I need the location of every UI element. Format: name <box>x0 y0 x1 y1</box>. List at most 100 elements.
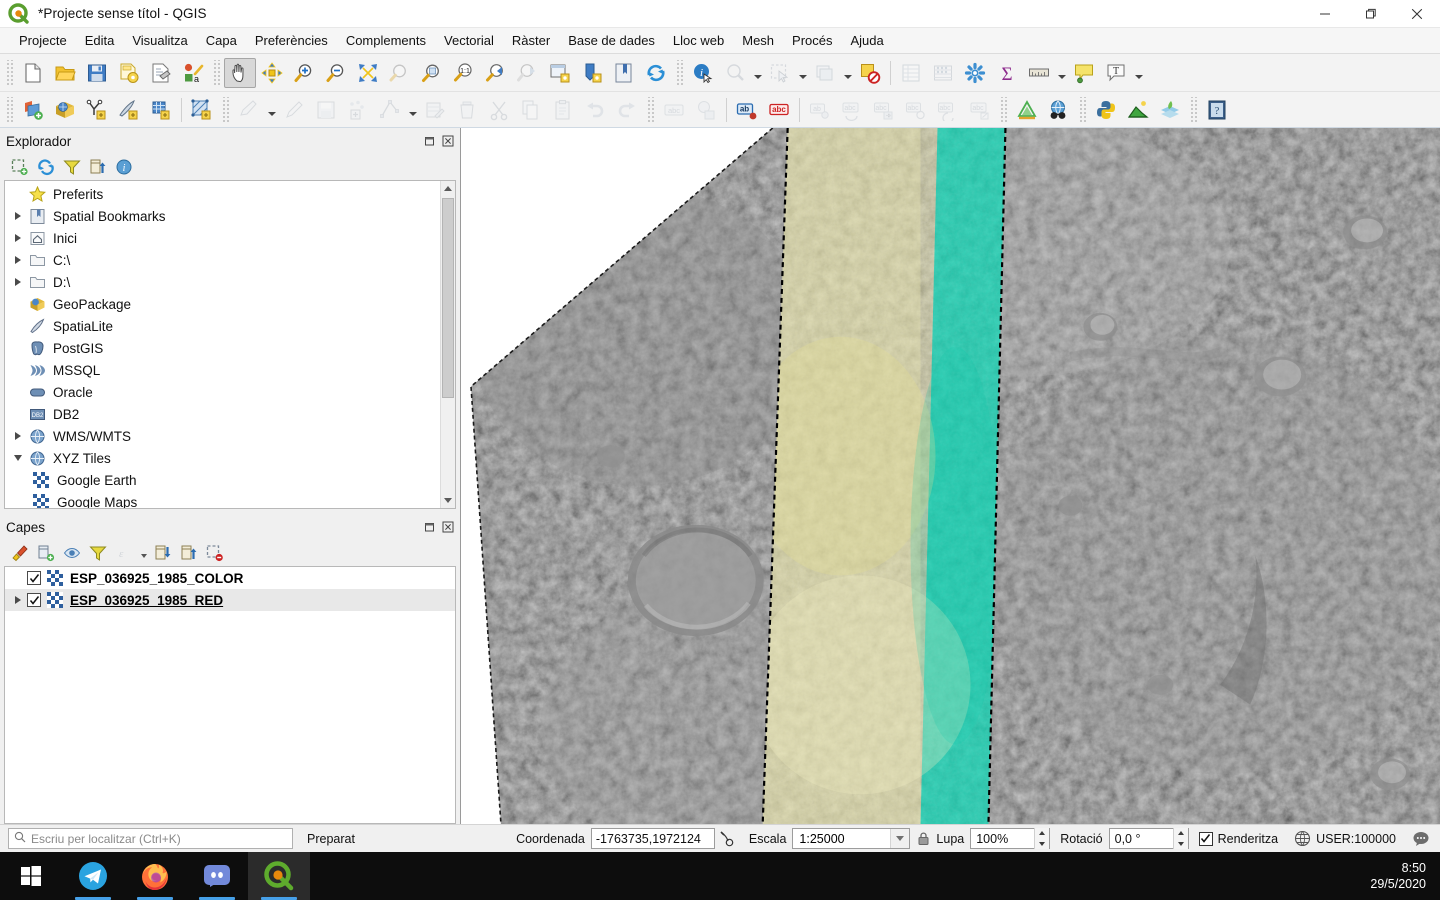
twisty[interactable] <box>9 589 27 611</box>
new-print-layout-icon[interactable] <box>145 58 177 88</box>
pin-labels-icon[interactable] <box>690 95 722 125</box>
add-vector-layer-icon[interactable] <box>17 95 49 125</box>
menu-raster[interactable]: Ràster <box>503 30 559 51</box>
scroll-down-icon[interactable] <box>441 493 455 508</box>
statistical-summary-icon[interactable]: Σ <box>991 58 1023 88</box>
twisty[interactable] <box>9 447 27 469</box>
menu-capa[interactable]: Capa <box>197 30 246 51</box>
redo-icon[interactable] <box>611 95 643 125</box>
lock-scale-icon[interactable] <box>910 831 936 846</box>
twisty[interactable] <box>9 271 27 293</box>
close-button[interactable] <box>1394 0 1440 28</box>
menu-mesh[interactable]: Mesh <box>733 30 783 51</box>
metasearch-icon[interactable] <box>1043 95 1075 125</box>
chevron-down-icon[interactable] <box>1132 58 1145 88</box>
map-canvas[interactable] <box>460 128 1440 824</box>
scale-combo[interactable]: 1:25000 <box>792 828 911 849</box>
filter-browser-icon[interactable] <box>60 156 84 178</box>
browser-item-oracle[interactable]: Oracle <box>5 381 440 403</box>
menu-preferencies[interactable]: Preferències <box>246 30 337 51</box>
browser-item-d-drive[interactable]: D:\ <box>5 271 440 293</box>
zoom-native-icon[interactable]: 1:1 <box>448 58 480 88</box>
browser-item-inici[interactable]: Inici <box>5 227 440 249</box>
messages-log-icon[interactable] <box>1406 830 1436 848</box>
chevron-down-icon[interactable] <box>751 58 764 88</box>
toolbar-grip[interactable] <box>1189 96 1198 123</box>
toolbar-grip[interactable] <box>999 96 1008 123</box>
menu-edita[interactable]: Edita <box>76 30 124 51</box>
show-hide-labels-icon[interactable]: abc <box>763 95 795 125</box>
vertex-tool-icon[interactable] <box>374 95 406 125</box>
menu-complements[interactable]: Complements <box>337 30 435 51</box>
crs-globe-icon[interactable] <box>1288 830 1316 847</box>
menu-vectorial[interactable]: Vectorial <box>435 30 503 51</box>
collapse-all-icon[interactable] <box>86 156 110 178</box>
zoom-in-icon[interactable] <box>288 58 320 88</box>
identify-features-icon[interactable]: i <box>687 58 719 88</box>
crs-value[interactable]: USER:100000 <box>1316 832 1396 846</box>
add-feature-icon[interactable] <box>342 95 374 125</box>
rotate-label-icon[interactable]: abc <box>836 95 868 125</box>
browser-tree[interactable]: Preferits Spatial Bookmarks Inici C:\ D:… <box>5 181 440 508</box>
add-mesh-layer-icon[interactable] <box>186 95 218 125</box>
add-group-icon[interactable] <box>34 542 58 564</box>
magnifier-stepper[interactable] <box>1034 828 1050 849</box>
browser-item-xyz-tiles[interactable]: XYZ Tiles <box>5 447 440 469</box>
label-settings-icon[interactable]: abc <box>964 95 996 125</box>
current-edits-icon[interactable] <box>233 95 265 125</box>
qgis-taskbar-icon[interactable] <box>248 852 310 900</box>
highlight-pinned-labels-icon[interactable]: ab <box>731 95 763 125</box>
toggle-editing-icon[interactable] <box>278 95 310 125</box>
pan-to-selection-icon[interactable] <box>256 58 288 88</box>
discord-icon[interactable] <box>186 852 248 900</box>
telegram-icon[interactable] <box>62 852 124 900</box>
rotation-input[interactable]: 0,0 ° <box>1110 832 1173 846</box>
style-manager-icon[interactable]: a <box>177 58 209 88</box>
toolbar-grip[interactable] <box>5 59 14 86</box>
delete-selected-icon[interactable] <box>451 95 483 125</box>
firefox-icon[interactable] <box>124 852 186 900</box>
close-icon[interactable] <box>441 521 454 534</box>
select-features-icon[interactable] <box>764 58 796 88</box>
browser-item-mssql[interactable]: MSSQL <box>5 359 440 381</box>
layer-visibility-checkbox[interactable] <box>27 593 41 607</box>
add-raster-layer-icon[interactable] <box>49 95 81 125</box>
render-checkbox[interactable] <box>1198 831 1213 846</box>
browser-item-db2[interactable]: DB2 DB2 <box>5 403 440 425</box>
new-project-icon[interactable] <box>17 58 49 88</box>
undock-icon[interactable] <box>423 135 436 148</box>
add-postgis-layer-icon[interactable] <box>145 95 177 125</box>
browser-item-postgis[interactable]: PostGIS <box>5 337 440 359</box>
modify-attributes-icon[interactable] <box>419 95 451 125</box>
filter-legend-expression-icon[interactable]: ε <box>112 542 136 564</box>
undock-icon[interactable] <box>423 521 436 534</box>
open-field-calculator-icon[interactable] <box>927 58 959 88</box>
menu-visualitza[interactable]: Visualitza <box>123 30 196 51</box>
collapse-all-icon[interactable] <box>177 542 201 564</box>
measure-icon[interactable] <box>1023 58 1055 88</box>
zoom-next-icon[interactable] <box>512 58 544 88</box>
cut-features-icon[interactable] <box>483 95 515 125</box>
expand-all-icon[interactable] <box>151 542 175 564</box>
taskbar-clock[interactable]: 8:50 29/5/2020 <box>1370 852 1426 900</box>
menu-base-de-dades[interactable]: Base de dades <box>559 30 664 51</box>
open-project-icon[interactable] <box>49 58 81 88</box>
map-tips-icon[interactable] <box>1068 58 1100 88</box>
browser-item-spatialite[interactable]: SpatiaLite <box>5 315 440 337</box>
measure-line-icon[interactable] <box>719 58 751 88</box>
refresh-icon[interactable] <box>640 58 672 88</box>
paste-features-icon[interactable] <box>547 95 579 125</box>
save-project-icon[interactable] <box>81 58 113 88</box>
chevron-down-icon[interactable] <box>796 58 809 88</box>
start-button-icon[interactable] <box>0 852 62 900</box>
browser-item-c-drive[interactable]: C:\ <box>5 249 440 271</box>
label-toolbar-icon[interactable]: abc <box>658 95 690 125</box>
undo-icon[interactable] <box>579 95 611 125</box>
twisty[interactable] <box>9 227 27 249</box>
chevron-down-icon[interactable] <box>1055 58 1068 88</box>
browser-item-wms-wmts[interactable]: WMS/WMTS <box>5 425 440 447</box>
qgis2web-icon[interactable] <box>1154 95 1186 125</box>
new-3d-map-view-icon[interactable] <box>576 58 608 88</box>
georeferencer-icon[interactable] <box>1011 95 1043 125</box>
label-callout-icon[interactable]: abc <box>932 95 964 125</box>
